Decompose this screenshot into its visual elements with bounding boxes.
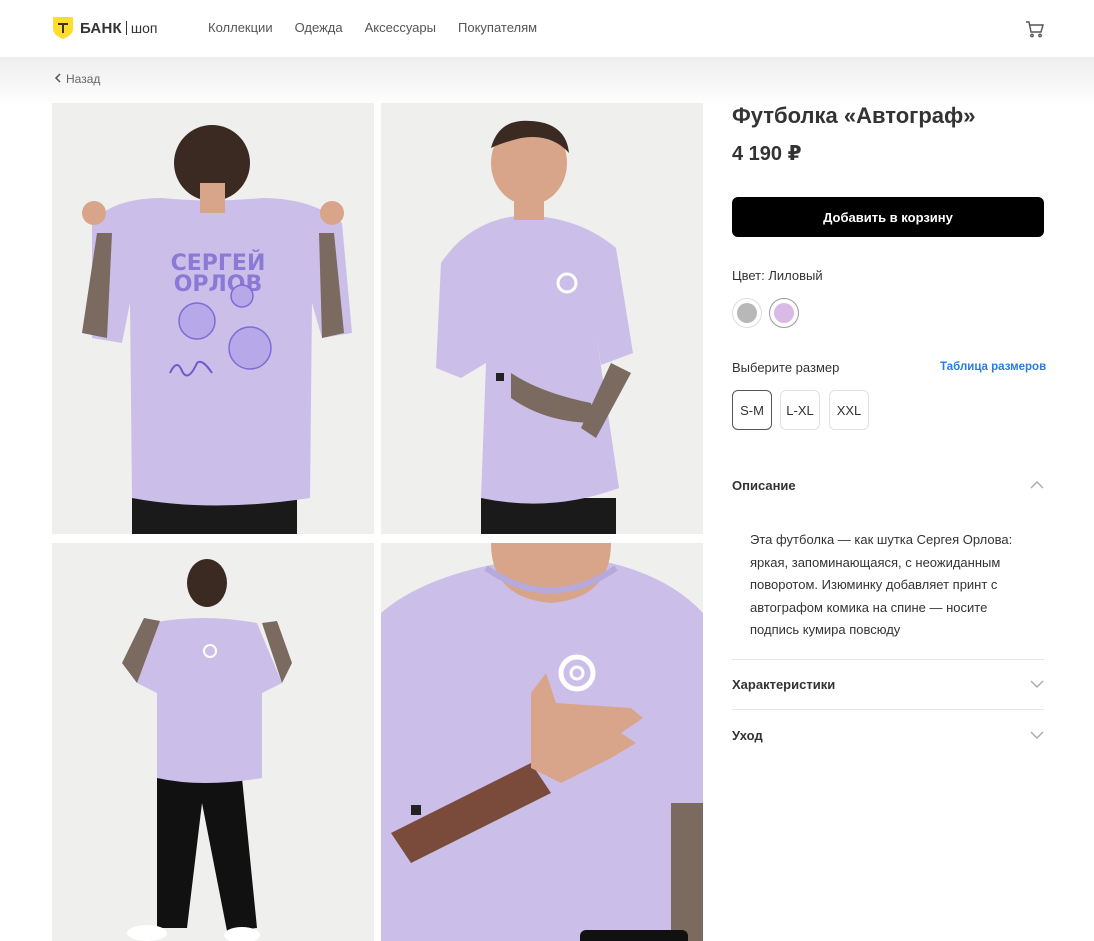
size-table-link[interactable]: Таблица размеров xyxy=(940,361,1046,373)
logo-brand-text: БАНК xyxy=(80,19,122,37)
back-link[interactable]: Назад xyxy=(54,72,100,86)
logo-separator xyxy=(125,21,127,35)
logo[interactable]: БАНК шоп xyxy=(52,16,157,40)
accordion-care-title: Уход xyxy=(732,728,763,743)
nav-item-clothes[interactable]: Одежда xyxy=(295,20,343,35)
divider xyxy=(732,709,1044,710)
swatch-dot xyxy=(737,303,757,323)
nav-item-customers[interactable]: Покупателям xyxy=(458,20,537,35)
accordion-characteristics-title: Характеристики xyxy=(732,677,836,692)
chevron-down-icon xyxy=(1030,677,1044,692)
add-to-cart-button[interactable]: Добавить в корзину xyxy=(732,197,1044,237)
nav-item-collections[interactable]: Коллекции xyxy=(208,20,273,35)
chevron-up-icon xyxy=(1030,478,1044,493)
back-label: Назад xyxy=(66,72,101,86)
size-option-s-m[interactable]: S-M xyxy=(732,390,772,430)
product-price: 4 190 ₽ xyxy=(732,143,802,165)
size-label: Выберите размер xyxy=(732,360,840,375)
accordion-description-title: Описание xyxy=(732,478,796,493)
nav-item-accessories[interactable]: Аксессуары xyxy=(365,20,436,35)
product-photo-front[interactable] xyxy=(381,103,703,534)
product-photo-back[interactable]: СЕРГЕЙ ОРЛОВ xyxy=(52,103,374,534)
size-option-l-xl[interactable]: L-XL xyxy=(780,390,820,430)
accordion-description-header[interactable]: Описание xyxy=(732,478,1044,493)
product-photo-detail[interactable] xyxy=(381,543,703,941)
main-nav: Коллекции Одежда Аксессуары Покупателям xyxy=(208,20,537,35)
floating-tab[interactable] xyxy=(580,930,688,941)
product-title: Футболка «Автограф» xyxy=(732,103,976,128)
swatch-dot xyxy=(774,303,794,323)
chevron-left-icon xyxy=(54,72,62,86)
header-shadow-band xyxy=(0,57,1094,107)
accordion-characteristics-header[interactable]: Характеристики xyxy=(732,677,1044,692)
site-header: БАНК шоп Коллекции Одежда Аксессуары Пок… xyxy=(0,0,1094,57)
color-swatch-gray[interactable] xyxy=(732,298,762,328)
product-photo-full[interactable] xyxy=(52,543,374,941)
accordion-description-text: Эта футболка — как шутка Сергея Орлова: … xyxy=(750,532,1013,638)
size-option-xxl[interactable]: XXL xyxy=(829,390,869,430)
accordion-care-header[interactable]: Уход xyxy=(732,728,1044,743)
color-label: Цвет: Лиловый xyxy=(732,268,823,283)
color-swatch-lilac[interactable] xyxy=(769,298,799,328)
logo-shop-text: шоп xyxy=(130,20,158,36)
logo-shield-icon xyxy=(52,16,74,40)
divider xyxy=(732,659,1044,660)
chevron-down-icon xyxy=(1030,728,1044,743)
cart-icon[interactable] xyxy=(1025,19,1045,39)
